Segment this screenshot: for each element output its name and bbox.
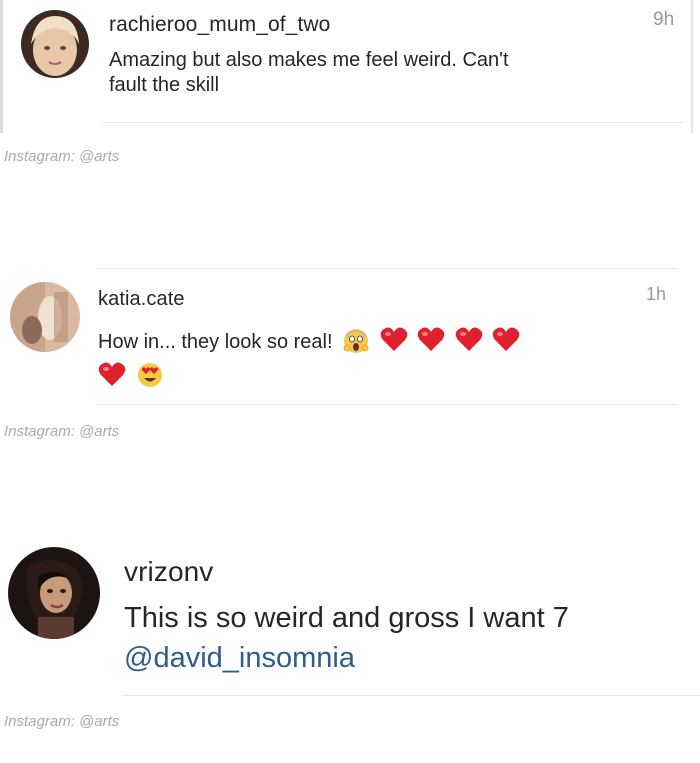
comment-card: katia.cate 1h How in... they look so rea…	[0, 268, 700, 408]
image-credit: Instagram: @arts	[4, 713, 120, 730]
comment-username[interactable]: katia.cate	[98, 288, 185, 311]
face-screaming-in-fear-icon	[342, 326, 370, 354]
comment-text: This is so weird and gross I want 7 @dav…	[124, 598, 694, 678]
heart-eyes-face-icon	[136, 361, 164, 389]
comment-timestamp: 9h	[653, 9, 675, 30]
image-credit: Instagram: @arts	[4, 148, 120, 165]
red-heart-icon	[492, 326, 520, 352]
avatar[interactable]	[21, 10, 89, 78]
red-heart-icon	[455, 326, 483, 352]
comment-timestamp: 1h	[646, 284, 667, 304]
red-heart-icon	[98, 361, 126, 387]
comment-username[interactable]: rachieroo_mum_of_two	[109, 13, 330, 37]
avatar[interactable]	[8, 547, 100, 639]
comment-text: Amazing but also makes me feel weird. Ca…	[109, 48, 679, 98]
image-credit: Instagram: @arts	[4, 423, 120, 440]
emoji-line	[94, 361, 658, 390]
comment-text: How in... they look so real!	[98, 326, 658, 390]
red-heart-icon	[380, 326, 408, 352]
comment-username[interactable]: vrizonv	[124, 556, 213, 588]
comment-card: vrizonv This is so weird and gross I wan…	[0, 520, 700, 700]
divider	[96, 268, 678, 269]
divider	[103, 122, 683, 123]
comment-text-line: This is so weird and gross I want 7	[124, 602, 569, 634]
divider	[122, 695, 700, 696]
divider	[96, 404, 678, 405]
comment-text-content: How in... they look so real!	[98, 331, 333, 353]
comment-text-line: fault the skill	[109, 74, 220, 96]
red-heart-icon	[417, 326, 445, 352]
comment-text-line: Amazing but also makes me feel weird. Ca…	[109, 49, 509, 71]
mention-link[interactable]: @david_insomnia	[124, 638, 694, 678]
comment-card: rachieroo_mum_of_two 9h Amazing but also…	[0, 0, 693, 133]
avatar[interactable]	[10, 282, 80, 352]
